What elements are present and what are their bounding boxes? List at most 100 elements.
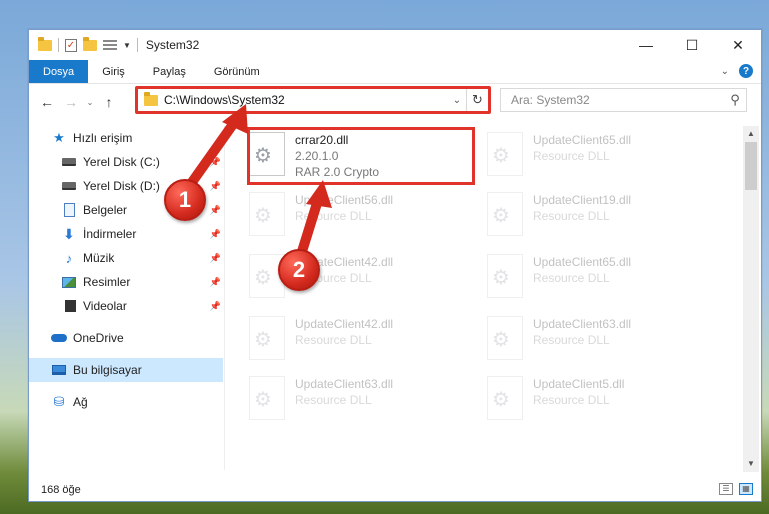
dll-file-icon — [249, 192, 285, 236]
pictures-icon — [61, 275, 77, 289]
file-item[interactable]: UpdateClient19.dll Resource DLL — [479, 188, 699, 242]
dll-file-icon — [487, 316, 523, 360]
customize-toolbar-chevron-icon[interactable]: ▼ — [123, 41, 131, 50]
file-name: UpdateClient63.dll — [533, 317, 632, 331]
window-controls: — ☐ ✕ — [623, 30, 761, 60]
pin-icon: 📌 — [209, 204, 221, 215]
status-bar: 168 öğe ☰ ▦ — [29, 479, 761, 501]
toolbar-separator — [58, 38, 59, 52]
pin-icon: 📌 — [209, 156, 221, 167]
properties-check-icon[interactable]: ✓ — [65, 38, 77, 52]
help-icon[interactable]: ? — [739, 64, 753, 78]
file-item[interactable]: UpdateClient5.dll Resource DLL — [479, 372, 699, 426]
navigation-pane: ★ Hızlı erişim Yerel Disk (C:) 📌 Yerel D… — [29, 126, 223, 470]
file-name: UpdateClient42.dll — [295, 317, 394, 331]
network-icon: ⛁ — [53, 394, 65, 409]
file-name: UpdateClient65.dll — [533, 133, 632, 147]
view-options-icon[interactable] — [103, 39, 117, 51]
file-item[interactable]: UpdateClient63.dll Resource DLL — [479, 312, 699, 366]
download-icon: ⬇ — [63, 225, 75, 242]
pin-icon: 📌 — [209, 276, 221, 287]
tiles-view-icon[interactable]: ▦ — [739, 483, 753, 495]
document-icon — [61, 203, 77, 217]
file-description: Resource DLL — [533, 149, 610, 163]
pin-icon: 📌 — [209, 300, 221, 311]
sidebar-item-label: OneDrive — [73, 331, 124, 345]
file-name: UpdateClient63.dll — [295, 377, 394, 391]
sidebar-item-videos[interactable]: Videolar 📌 — [29, 294, 223, 318]
up-button[interactable]: ↑ — [97, 94, 121, 110]
file-description: Resource DLL — [295, 209, 372, 223]
file-item[interactable]: UpdateClient56.dll Resource DLL — [241, 188, 461, 242]
sidebar-item-label: Bu bilgisayar — [73, 363, 142, 377]
recent-locations-button[interactable]: ⌄ — [83, 98, 97, 107]
sidebar-item-label: Yerel Disk (C:) — [83, 155, 160, 169]
tab-view[interactable]: Görünüm — [200, 60, 274, 83]
pin-icon: 📌 — [209, 228, 221, 239]
star-icon: ★ — [53, 130, 65, 145]
scroll-down-icon[interactable]: ▼ — [743, 456, 759, 472]
details-view-icon[interactable]: ☰ — [719, 483, 733, 495]
folder-icon — [38, 36, 52, 51]
pin-icon: 📌 — [209, 252, 221, 263]
expand-ribbon-chevron-icon[interactable]: ⌄ — [721, 66, 729, 77]
sidebar-item-quick-access[interactable]: ★ Hızlı erişim — [29, 126, 223, 150]
maximize-button[interactable]: ☐ — [669, 30, 715, 60]
file-name: UpdateClient5.dll — [533, 377, 625, 391]
file-description: Resource DLL — [533, 271, 610, 285]
step-2-badge: 2 — [278, 249, 320, 291]
sidebar-item-onedrive[interactable]: OneDrive — [29, 326, 223, 350]
disk-icon — [61, 155, 77, 169]
explorer-window: ✓ ▼ System32 — ☐ ✕ Dosya Giriş Paylaş Gö… — [28, 29, 762, 502]
file-item[interactable]: UpdateClient65.dll Resource DLL — [479, 128, 699, 182]
forward-button[interactable]: → — [59, 94, 83, 110]
file-description: Resource DLL — [295, 333, 372, 347]
vertical-scrollbar[interactable]: ▲ ▼ — [743, 126, 759, 472]
sidebar-item-music[interactable]: ♪ Müzik 📌 — [29, 246, 223, 270]
file-name: UpdateClient56.dll — [295, 193, 394, 207]
sidebar-item-this-pc[interactable]: Bu bilgisayar — [29, 358, 223, 382]
sidebar-item-label: Resimler — [83, 275, 131, 289]
search-input[interactable]: Ara: System32 ⚲ — [500, 88, 747, 112]
toolbar-separator — [136, 38, 138, 52]
dll-file-icon — [487, 192, 523, 236]
scroll-thumb[interactable] — [745, 142, 757, 190]
file-name: UpdateClient65.dll — [533, 255, 632, 269]
tab-file[interactable]: Dosya — [29, 60, 89, 83]
dll-file-icon — [487, 376, 523, 420]
item-count: 168 öğe — [41, 484, 81, 496]
file-item[interactable]: UpdateClient65.dll Resource DLL — [479, 250, 699, 304]
dll-file-icon — [487, 132, 523, 176]
sidebar-item-pictures[interactable]: Resimler 📌 — [29, 270, 223, 294]
sidebar-item-downloads[interactable]: ⬇ İndirmeler 📌 — [29, 222, 223, 246]
file-name: UpdateClient19.dll — [533, 193, 632, 207]
scroll-up-icon[interactable]: ▲ — [743, 126, 759, 142]
file-item[interactable]: UpdateClient42.dll Resource DLL — [241, 312, 461, 366]
view-switcher: ☰ ▦ — [719, 483, 753, 495]
sidebar-item-label: Hızlı erişim — [73, 131, 133, 145]
cloud-icon — [51, 331, 67, 345]
tab-share[interactable]: Paylaş — [139, 60, 200, 83]
back-button[interactable]: ← — [35, 94, 59, 110]
ribbon-tabs: Dosya Giriş Paylaş Görünüm ⌄ ? — [29, 60, 761, 84]
tab-home[interactable]: Giriş — [88, 60, 139, 83]
quick-access-toolbar: ✓ ▼ — [38, 36, 138, 52]
dll-file-icon — [249, 376, 285, 420]
new-folder-icon[interactable] — [83, 36, 97, 51]
sidebar-item-label: Ağ — [73, 395, 88, 409]
minimize-button[interactable]: — — [623, 30, 669, 60]
file-item[interactable]: UpdateClient63.dll Resource DLL — [241, 372, 461, 426]
close-button[interactable]: ✕ — [715, 30, 761, 60]
sidebar-item-label: Müzik — [83, 251, 115, 265]
search-icon[interactable]: ⚲ — [724, 92, 746, 108]
title-bar: ✓ ▼ System32 — ☐ ✕ — [29, 30, 761, 60]
ribbon-right: ⌄ ? — [721, 64, 753, 78]
sidebar-item-network[interactable]: ⛁ Ağ — [29, 390, 223, 414]
computer-icon — [51, 363, 67, 377]
sidebar-item-local-disk-c[interactable]: Yerel Disk (C:) 📌 — [29, 150, 223, 174]
window-title: System32 — [145, 38, 200, 52]
sidebar-item-label: Belgeler — [83, 203, 128, 217]
file-item[interactable]: UpdateClient42.dll Resource DLL — [241, 250, 461, 304]
